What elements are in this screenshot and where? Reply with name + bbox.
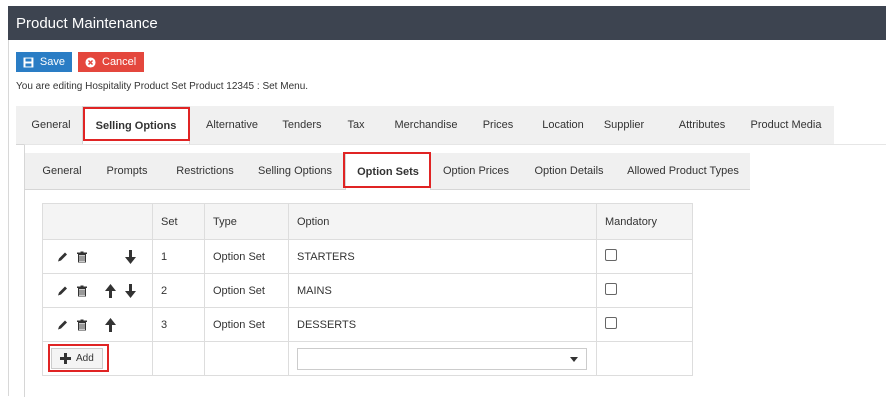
tab-prices[interactable]: Prices xyxy=(474,106,522,144)
arrow-down-icon[interactable] xyxy=(125,283,136,298)
column-header-set: Set xyxy=(152,203,205,240)
mandatory-checkbox[interactable] xyxy=(605,317,617,329)
trash-icon[interactable] xyxy=(77,285,87,296)
column-header-option: Option xyxy=(288,203,597,240)
table-header-row: Set Type Option Mandatory xyxy=(42,203,693,240)
pencil-icon[interactable] xyxy=(57,319,68,330)
tab-supplier[interactable]: Supplier xyxy=(590,106,658,144)
save-label: Save xyxy=(39,56,65,68)
arrow-up-icon[interactable] xyxy=(105,283,116,298)
cell-set: 2 xyxy=(152,273,205,308)
row-actions xyxy=(42,239,153,274)
tab-location[interactable]: Location xyxy=(532,106,594,144)
tab-alternative[interactable]: Alternative xyxy=(192,106,272,144)
cell-type: Option Set xyxy=(204,273,289,308)
save-button[interactable]: Save xyxy=(16,52,72,72)
title-bar: Product Maintenance xyxy=(8,6,886,40)
new-option-cell xyxy=(288,341,597,376)
empty-cell xyxy=(596,341,693,376)
cell-set: 3 xyxy=(152,307,205,342)
tab-product-media[interactable]: Product Media xyxy=(738,106,834,144)
cell-option: STARTERS xyxy=(288,239,597,274)
subtab-option-details[interactable]: Option Details xyxy=(524,153,614,189)
cell-option: DESSERTS xyxy=(288,307,597,342)
trash-icon[interactable] xyxy=(77,251,87,262)
table-row: 3 Option Set DESSERTS xyxy=(42,307,693,342)
cell-mandatory xyxy=(596,273,693,308)
arrow-up-icon[interactable] xyxy=(105,317,116,332)
tab-merchandise[interactable]: Merchandise xyxy=(386,106,466,144)
column-header-mandatory: Mandatory xyxy=(596,203,693,240)
tab-attributes[interactable]: Attributes xyxy=(666,106,738,144)
mandatory-checkbox[interactable] xyxy=(605,283,617,295)
editing-status-text: You are editing Hospitality Product Set … xyxy=(16,81,309,92)
column-header-type: Type xyxy=(204,203,289,240)
trash-icon[interactable] xyxy=(77,319,87,330)
option-sets-table: Set Type Option Mandatory 1 Option Set S… xyxy=(42,203,693,376)
new-option-select[interactable] xyxy=(297,347,587,370)
tab-general[interactable]: General xyxy=(20,106,82,144)
cancel-button[interactable]: Cancel xyxy=(78,52,144,72)
arrow-down-icon[interactable] xyxy=(125,249,136,264)
empty-cell xyxy=(204,341,289,376)
tab-tax[interactable]: Tax xyxy=(338,106,374,144)
option-sets-tab-highlight xyxy=(343,152,431,188)
left-border xyxy=(8,40,9,396)
subtab-allowed-product-types[interactable]: Allowed Product Types xyxy=(618,153,748,189)
subtab-selling-options[interactable]: Selling Options xyxy=(252,153,338,189)
cancel-label: Cancel xyxy=(102,56,137,68)
pencil-icon[interactable] xyxy=(57,251,68,262)
floppy-disk-icon xyxy=(23,57,34,67)
close-circle-icon xyxy=(85,56,96,68)
add-button-highlight xyxy=(48,344,109,372)
selling-options-tab-highlight xyxy=(83,107,190,141)
subtab-prompts[interactable]: Prompts xyxy=(98,153,156,189)
cell-mandatory xyxy=(596,239,693,274)
cell-type: Option Set xyxy=(204,239,289,274)
tab-tenders[interactable]: Tenders xyxy=(272,106,332,144)
cell-type: Option Set xyxy=(204,307,289,342)
table-add-row: Add xyxy=(42,341,693,376)
table-row: 1 Option Set STARTERS xyxy=(42,239,693,274)
subtab-option-prices[interactable]: Option Prices xyxy=(438,153,514,189)
page-title: Product Maintenance xyxy=(16,15,158,32)
caret-down-icon xyxy=(570,356,578,362)
mandatory-checkbox[interactable] xyxy=(605,249,617,261)
pencil-icon[interactable] xyxy=(57,285,68,296)
cell-mandatory xyxy=(596,307,693,342)
column-header-actions xyxy=(42,203,153,240)
subtab-restrictions[interactable]: Restrictions xyxy=(170,153,240,189)
subtab-general[interactable]: General xyxy=(30,153,94,189)
table-row: 2 Option Set MAINS xyxy=(42,273,693,308)
cell-set: 1 xyxy=(152,239,205,274)
cell-option: MAINS xyxy=(288,273,597,308)
empty-cell xyxy=(152,341,205,376)
row-actions xyxy=(42,273,153,308)
row-actions xyxy=(42,307,153,342)
